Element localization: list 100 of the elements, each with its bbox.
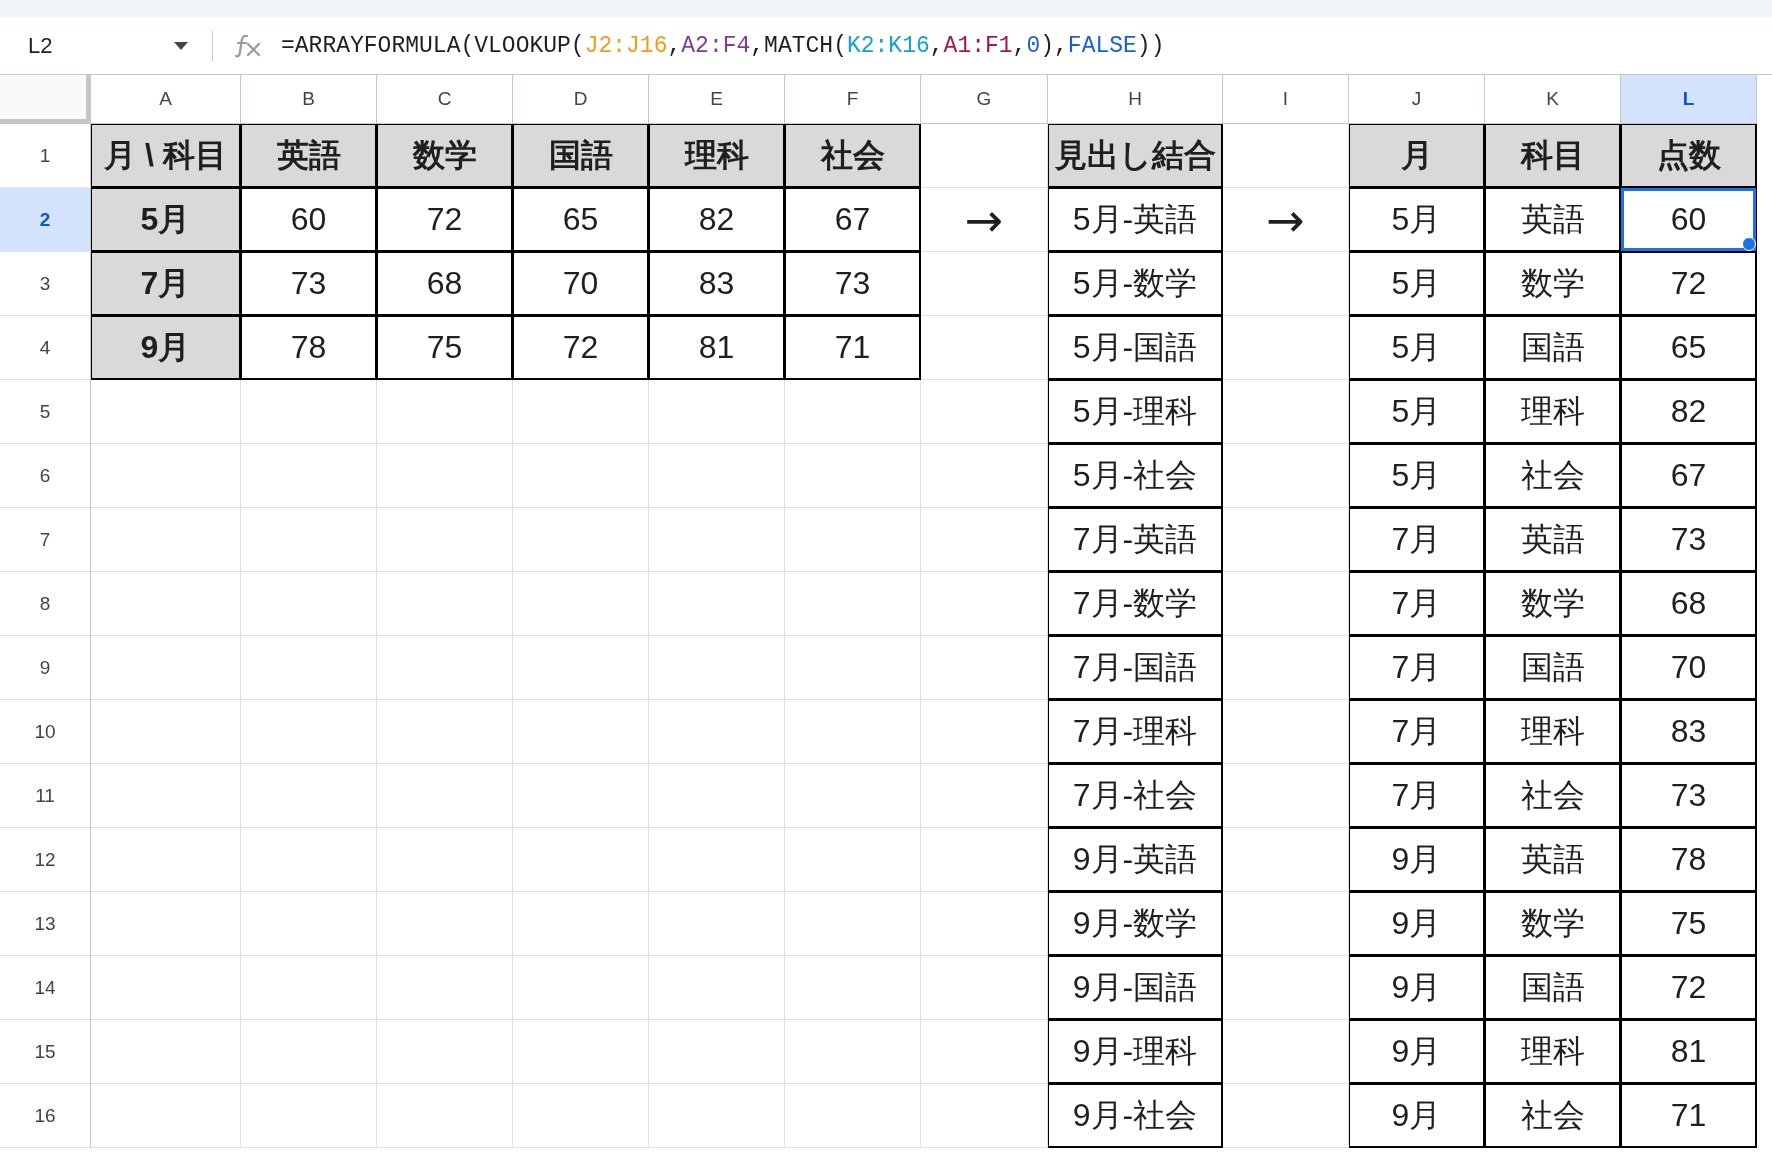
empty-cell[interactable] (241, 636, 377, 700)
table-cell[interactable]: 73 (241, 252, 377, 316)
table-cell[interactable]: 9月 (1349, 1020, 1485, 1084)
column-header[interactable]: F (785, 75, 921, 124)
empty-cell[interactable] (1223, 252, 1349, 316)
empty-cell[interactable] (785, 572, 921, 636)
empty-cell[interactable] (1223, 828, 1349, 892)
select-all-corner[interactable] (0, 75, 91, 124)
empty-cell[interactable] (241, 1084, 377, 1148)
table-cell[interactable]: 7月-国語 (1048, 636, 1223, 700)
row-header[interactable]: 2 (0, 188, 91, 252)
formula-input[interactable]: =ARRAYFORMULA(VLOOKUP(J2:J16,A2:F4,MATCH(K2:K16,A1:F1,0),FALSE)) (281, 32, 1165, 59)
empty-cell[interactable] (241, 380, 377, 444)
column-header[interactable]: G (921, 75, 1048, 124)
row-header[interactable]: 8 (0, 572, 91, 636)
table-cell[interactable]: 9月-数学 (1048, 892, 1223, 956)
table-cell[interactable]: 7月-英語 (1048, 508, 1223, 572)
empty-cell[interactable] (921, 892, 1048, 956)
table-cell[interactable]: 7月 (1349, 508, 1485, 572)
table-cell[interactable]: 72 (1621, 956, 1757, 1020)
empty-cell[interactable] (785, 508, 921, 572)
empty-cell[interactable] (377, 508, 513, 572)
header-cell[interactable]: 見出し結合 (1048, 124, 1223, 188)
table-cell[interactable]: → (1223, 188, 1349, 252)
table-cell[interactable]: 9月-社会 (1048, 1084, 1223, 1148)
empty-cell[interactable] (513, 636, 649, 700)
empty-cell[interactable] (1223, 316, 1349, 380)
table-cell[interactable]: 81 (649, 316, 785, 380)
column-header[interactable]: E (649, 75, 785, 124)
empty-cell[interactable] (785, 1084, 921, 1148)
dropdown-caret-icon[interactable] (174, 41, 188, 50)
table-cell[interactable]: 72 (1621, 252, 1757, 316)
table-cell[interactable]: 83 (649, 252, 785, 316)
table-cell[interactable]: 社会 (1485, 1084, 1621, 1148)
table-cell[interactable]: 数学 (1485, 572, 1621, 636)
empty-cell[interactable] (513, 892, 649, 956)
empty-cell[interactable] (1223, 1020, 1349, 1084)
empty-cell[interactable] (241, 700, 377, 764)
table-cell[interactable]: 5月 (1349, 444, 1485, 508)
empty-cell[interactable] (377, 1084, 513, 1148)
empty-cell[interactable] (921, 700, 1048, 764)
empty-cell[interactable] (1223, 700, 1349, 764)
empty-cell[interactable] (1223, 1084, 1349, 1148)
table-cell[interactable]: 67 (785, 188, 921, 252)
header-cell[interactable]: 理科 (649, 124, 785, 188)
table-cell[interactable]: 71 (785, 316, 921, 380)
table-cell[interactable]: 5月-理科 (1048, 380, 1223, 444)
empty-cell[interactable] (785, 892, 921, 956)
empty-cell[interactable] (513, 700, 649, 764)
table-cell[interactable]: 数学 (1485, 252, 1621, 316)
name-box[interactable]: L2 (0, 32, 168, 59)
empty-cell[interactable] (377, 572, 513, 636)
empty-cell[interactable] (649, 1084, 785, 1148)
table-cell[interactable]: 5月 (1349, 380, 1485, 444)
table-cell[interactable]: 社会 (1485, 764, 1621, 828)
table-cell[interactable]: 7月-社会 (1048, 764, 1223, 828)
table-cell[interactable]: 73 (785, 252, 921, 316)
empty-cell[interactable] (241, 444, 377, 508)
table-cell[interactable]: 7月-数学 (1048, 572, 1223, 636)
header-cell[interactable]: 科目 (1485, 124, 1621, 188)
table-cell[interactable]: 5月-英語 (1048, 188, 1223, 252)
table-cell[interactable]: 65 (513, 188, 649, 252)
row-header[interactable]: 11 (0, 764, 91, 828)
row-header[interactable]: 6 (0, 444, 91, 508)
header-cell[interactable]: 5月 (91, 188, 241, 252)
empty-cell[interactable] (241, 828, 377, 892)
empty-cell[interactable] (785, 444, 921, 508)
column-header[interactable]: I (1223, 75, 1349, 124)
empty-cell[interactable] (1223, 380, 1349, 444)
empty-cell[interactable] (649, 1020, 785, 1084)
table-cell[interactable]: 英語 (1485, 188, 1621, 252)
table-cell[interactable]: 7月 (1349, 700, 1485, 764)
empty-cell[interactable] (241, 892, 377, 956)
empty-cell[interactable] (921, 444, 1048, 508)
row-header[interactable]: 5 (0, 380, 91, 444)
row-header[interactable]: 1 (0, 124, 91, 188)
table-cell[interactable]: 英語 (1485, 828, 1621, 892)
row-header[interactable]: 3 (0, 252, 91, 316)
table-cell[interactable]: 71 (1621, 1084, 1757, 1148)
empty-cell[interactable] (785, 1020, 921, 1084)
table-cell[interactable]: 9月-国語 (1048, 956, 1223, 1020)
empty-cell[interactable] (921, 380, 1048, 444)
row-header[interactable]: 9 (0, 636, 91, 700)
fill-handle[interactable] (1742, 237, 1756, 251)
table-cell[interactable]: 83 (1621, 700, 1757, 764)
table-cell[interactable]: 70 (513, 252, 649, 316)
empty-cell[interactable] (785, 956, 921, 1020)
empty-cell[interactable] (921, 956, 1048, 1020)
column-header[interactable]: A (91, 75, 241, 124)
empty-cell[interactable] (377, 892, 513, 956)
empty-cell[interactable] (241, 572, 377, 636)
empty-cell[interactable] (377, 828, 513, 892)
empty-cell[interactable] (1223, 444, 1349, 508)
empty-cell[interactable] (513, 828, 649, 892)
table-cell[interactable]: 73 (1621, 508, 1757, 572)
row-header[interactable]: 10 (0, 700, 91, 764)
column-header[interactable]: D (513, 75, 649, 124)
table-cell[interactable]: 国語 (1485, 956, 1621, 1020)
row-header[interactable]: 4 (0, 316, 91, 380)
table-cell[interactable]: 68 (1621, 572, 1757, 636)
